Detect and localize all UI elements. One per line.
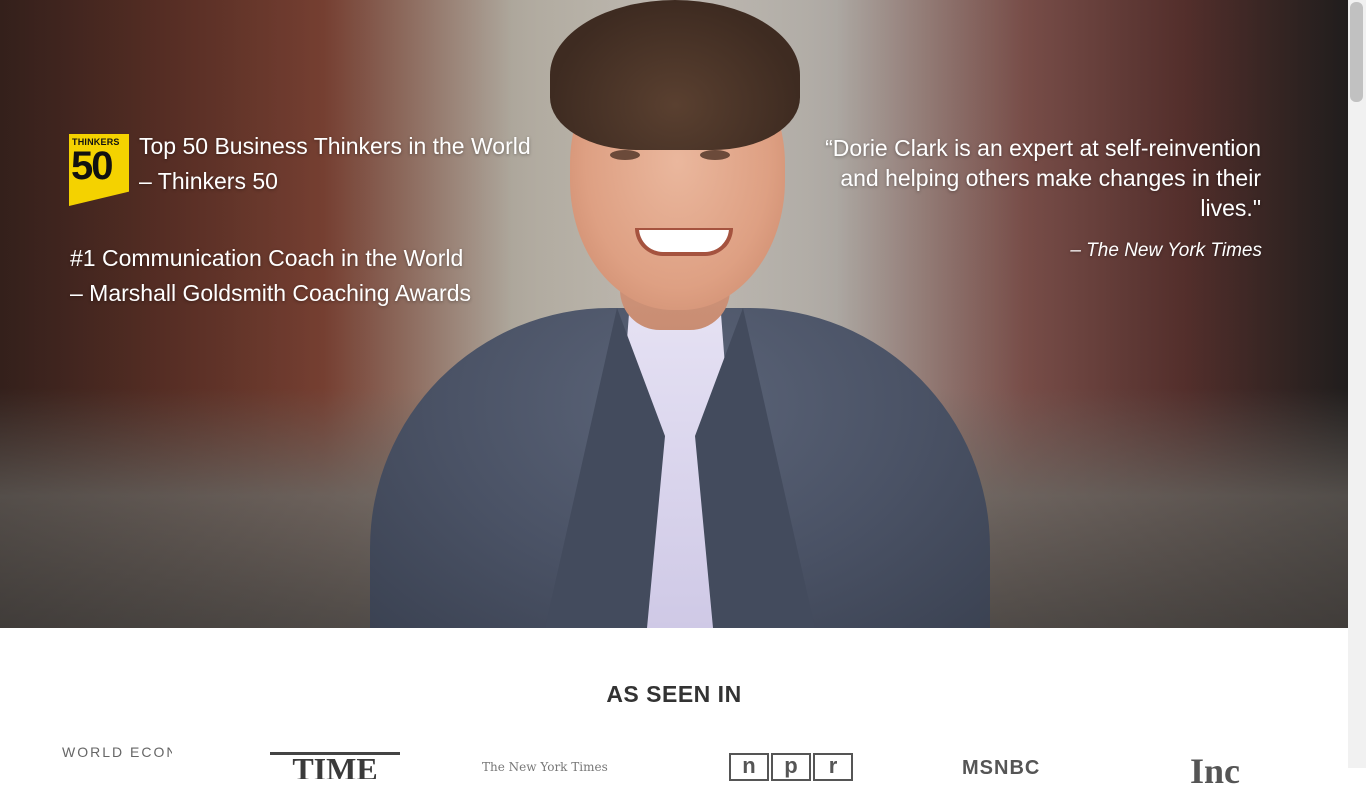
logo-new-york-times: The New York Times bbox=[482, 760, 608, 774]
logo-msnbc: MSNBC bbox=[962, 757, 1041, 779]
logo-npr: n p r bbox=[729, 753, 853, 781]
award-coach-title: #1 Communication Coach in the World bbox=[70, 245, 464, 271]
award-thinkers50: Top 50 Business Thinkers in the World – … bbox=[139, 129, 531, 199]
logo-inc: Inc bbox=[1190, 751, 1241, 791]
as-seen-in-heading: AS SEEN IN bbox=[606, 681, 742, 707]
portrait-hair bbox=[550, 0, 800, 150]
hero-banner: THINKERS 50 Top 50 Business Thinkers in … bbox=[0, 0, 1348, 628]
logo-time: TIME bbox=[270, 752, 400, 779]
press-quote-source: – The New York Times bbox=[1070, 240, 1262, 261]
award-communication-coach: #1 Communication Coach in the World – Ma… bbox=[70, 241, 471, 311]
page-scrollbar[interactable] bbox=[1348, 0, 1366, 768]
logo-world-economic-forum: WORLD ECONOMIC bbox=[62, 745, 172, 760]
award-thinkers50-title: Top 50 Business Thinkers in the World bbox=[139, 133, 531, 159]
press-quote: “Dorie Clark is an expert at self-reinve… bbox=[825, 135, 1261, 221]
portrait-photo bbox=[370, 0, 990, 628]
award-coach-source: – Marshall Goldsmith Coaching Awards bbox=[70, 280, 471, 306]
scrollbar-thumb[interactable] bbox=[1350, 2, 1363, 102]
award-thinkers50-source: – Thinkers 50 bbox=[139, 168, 278, 194]
